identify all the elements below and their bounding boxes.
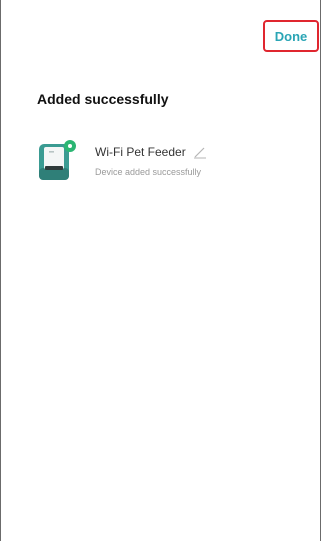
- page-title: Added successfully: [37, 91, 169, 107]
- edit-pencil-icon[interactable]: [193, 145, 207, 159]
- done-button[interactable]: Done: [275, 29, 308, 44]
- app-screen: Done Added successfully Wi-Fi Pet Feeder: [0, 0, 321, 541]
- device-status-text: Device added successfully: [95, 167, 202, 177]
- done-button-highlight: Done: [263, 20, 319, 52]
- device-list-item[interactable]: Wi-Fi Pet Feeder Device added successful…: [37, 138, 297, 190]
- device-name-line: Wi-Fi Pet Feeder: [95, 144, 207, 160]
- pet-feeder-icon: [37, 138, 77, 182]
- device-name: Wi-Fi Pet Feeder: [95, 145, 186, 159]
